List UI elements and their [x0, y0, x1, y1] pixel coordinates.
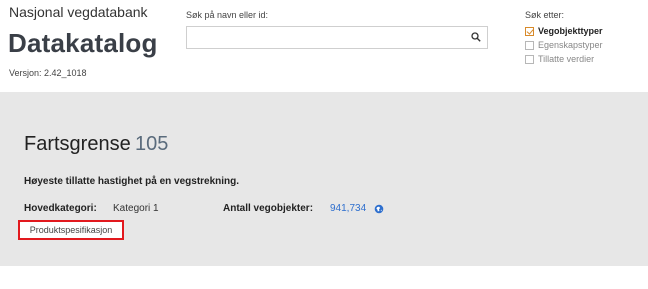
object-count-link[interactable]: 941,734 [330, 203, 366, 214]
filter-label: Søk etter: [525, 10, 565, 20]
object-id: 105 [135, 133, 169, 155]
filter-item-label: Egenskapstyper [538, 40, 603, 50]
object-count-label: Antall vegobjekter: [223, 203, 314, 214]
checkbox-icon[interactable] [525, 54, 534, 64]
main-category-label: Hovedkategori: [24, 203, 97, 214]
filter-item-label: Vegobjekttyper [538, 26, 603, 36]
search-label: Søk på navn eller id: [186, 10, 269, 20]
filter-item-label: Tillatte verdier [538, 54, 595, 64]
filter-tillatte-verdier[interactable]: Tillatte verdier [525, 54, 594, 64]
app-header: Nasjonal vegdatabank Datakatalog Versjon… [0, 0, 648, 92]
filter-vegobjekttyper[interactable]: Vegobjekttyper [525, 26, 603, 36]
org-name: Nasjonal vegdatabank [9, 4, 148, 20]
search-input[interactable] [187, 27, 469, 48]
checkbox-icon[interactable] [525, 40, 534, 50]
globe-icon[interactable] [374, 204, 384, 214]
filter-egenskapstyper[interactable]: Egenskapstyper [525, 40, 603, 50]
page-title: Datakatalog [8, 28, 158, 58]
object-description: Høyeste tillatte hastighet på en vegstre… [24, 176, 240, 187]
object-name: Fartsgrense [24, 133, 131, 155]
product-spec-button[interactable]: Produktspesifikasjon [18, 220, 124, 240]
main-category-value: Kategori 1 [113, 203, 159, 214]
version-label: Versjon: 2.42_1018 [9, 68, 87, 78]
object-panel: Fartsgrense 105 Høyeste tillatte hastigh… [0, 92, 648, 266]
search-box [186, 26, 488, 49]
checkbox-checked-icon[interactable] [525, 26, 534, 36]
search-icon[interactable] [471, 32, 481, 42]
